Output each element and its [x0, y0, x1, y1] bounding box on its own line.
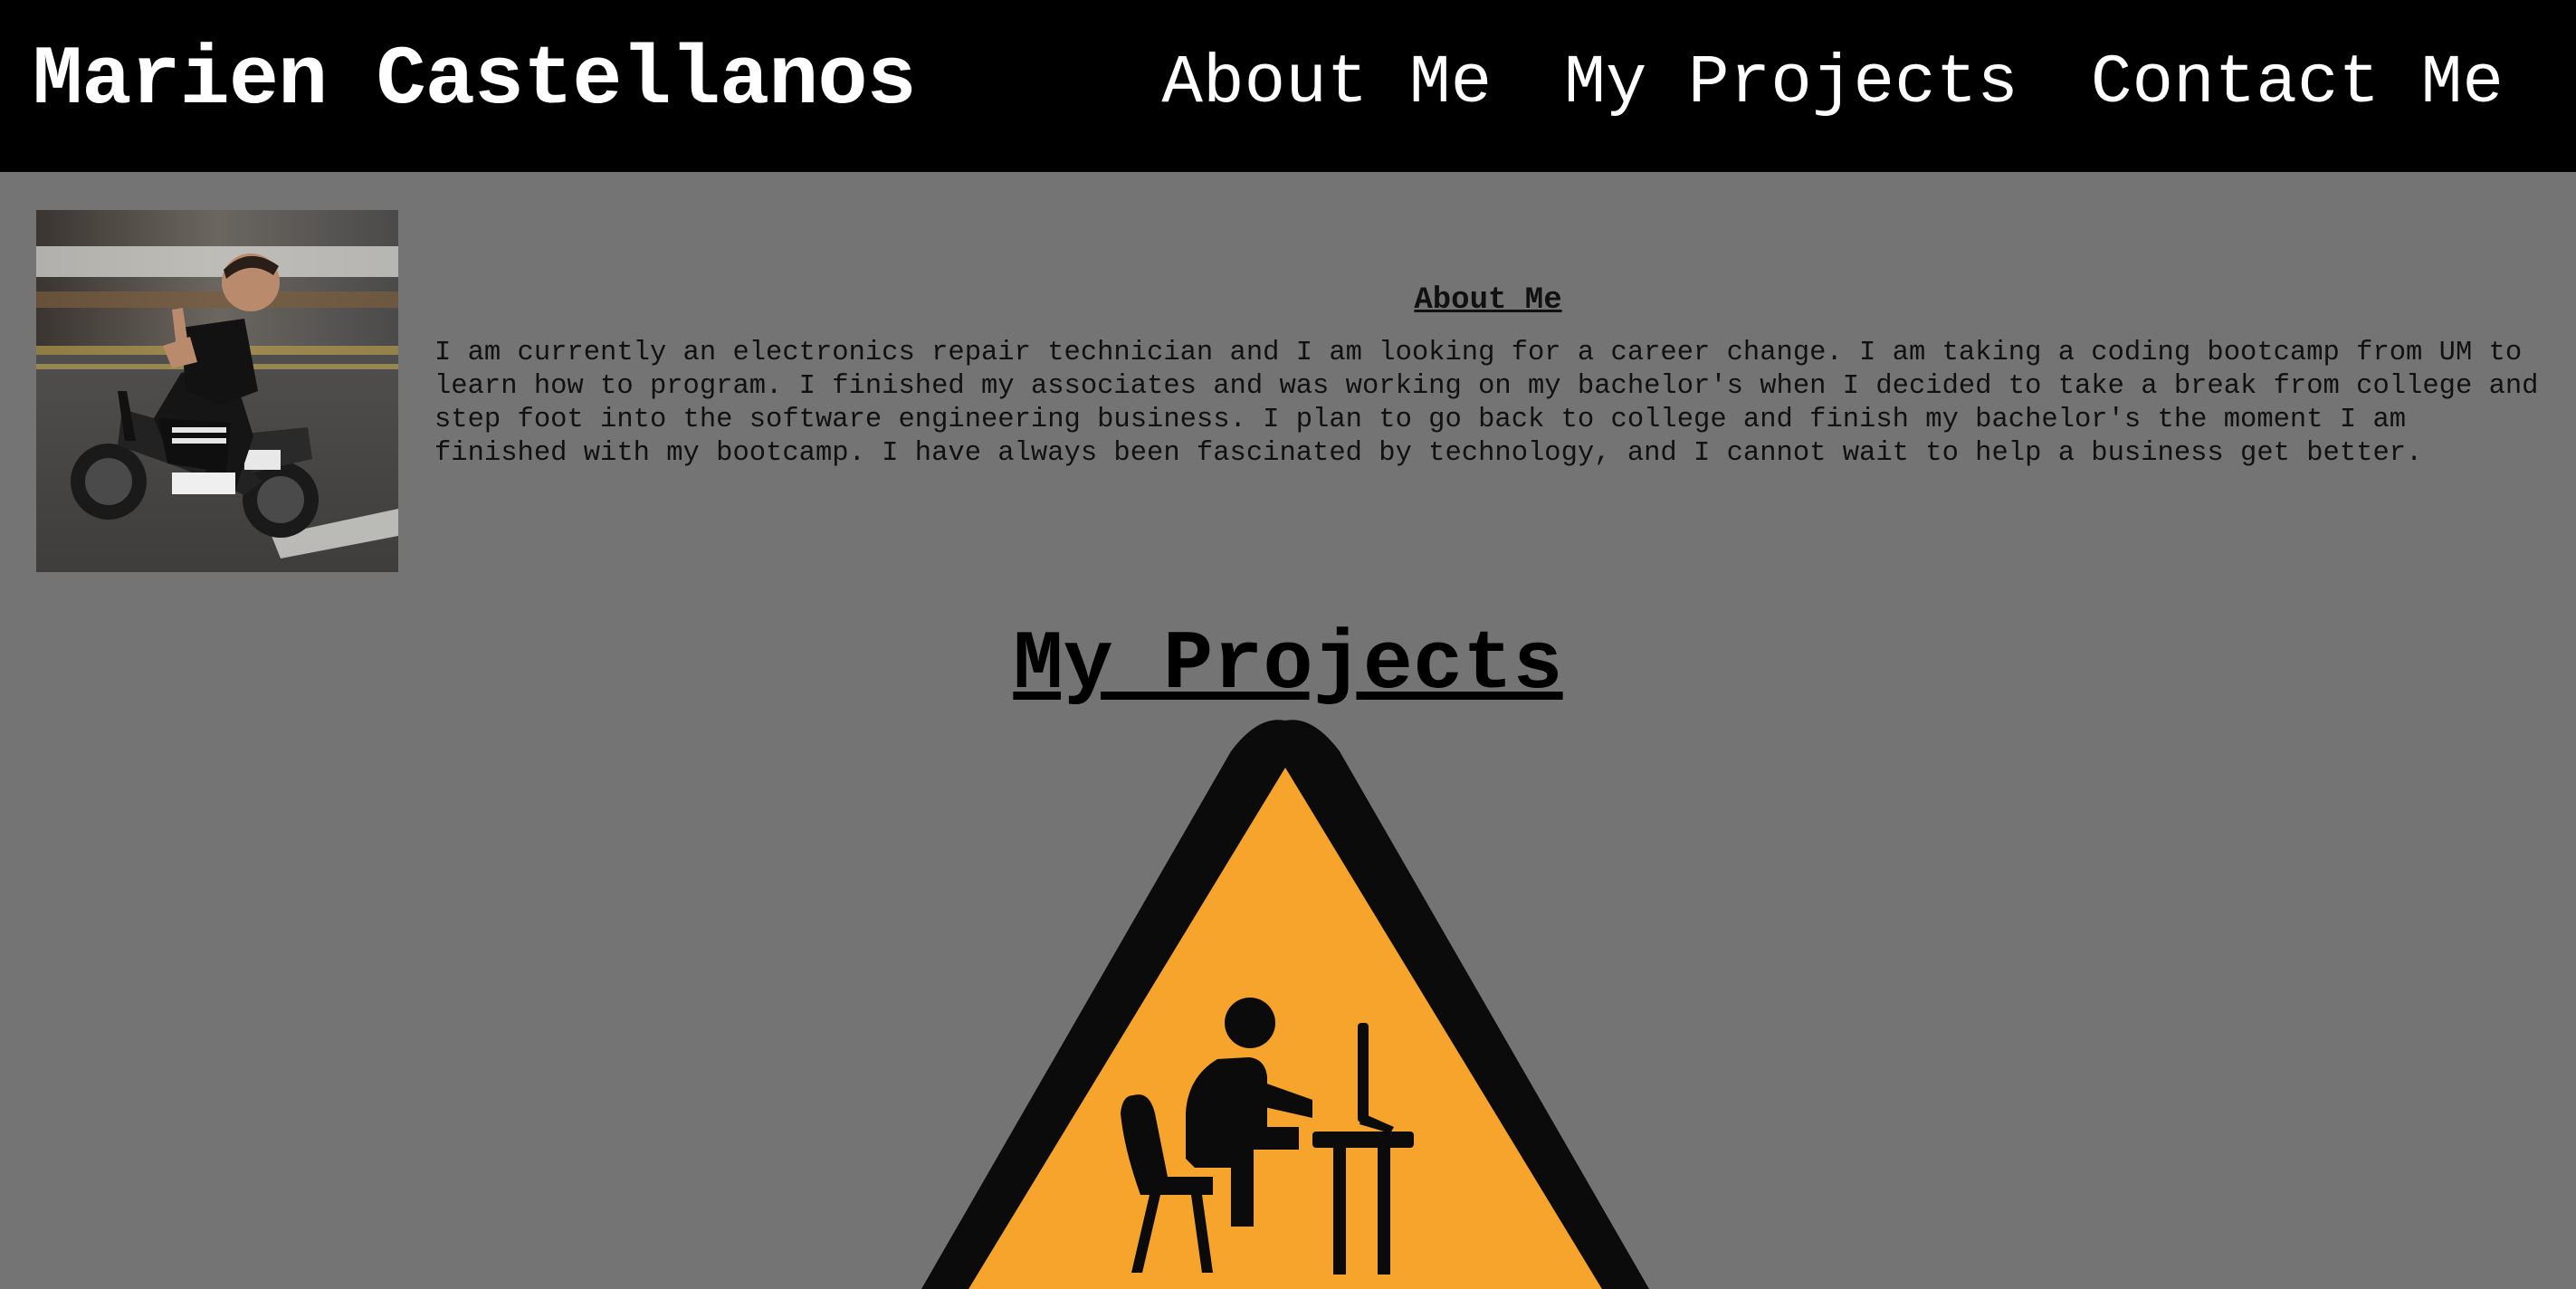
under-construction-sign — [887, 715, 1684, 1289]
main-nav: About Me My Projects Contact Me — [1161, 38, 2504, 129]
projects-heading: My Projects — [1013, 617, 1563, 712]
profile-photo — [36, 210, 398, 572]
about-paragraph: I am currently an electronics repair tec… — [434, 338, 2539, 469]
about-heading: About Me — [1414, 283, 1562, 318]
nav-link-about-me[interactable]: About Me — [1161, 38, 1492, 129]
nav-link-my-projects[interactable]: My Projects — [1564, 38, 2018, 129]
person-on-minibike-icon — [36, 210, 398, 572]
site-header: Marien Castellanos About Me My Projects … — [0, 0, 2576, 172]
site-title: Marien Castellanos — [33, 33, 917, 128]
nav-link-contact-me[interactable]: Contact Me — [2091, 38, 2504, 129]
under-construction-icon — [921, 720, 1649, 1289]
